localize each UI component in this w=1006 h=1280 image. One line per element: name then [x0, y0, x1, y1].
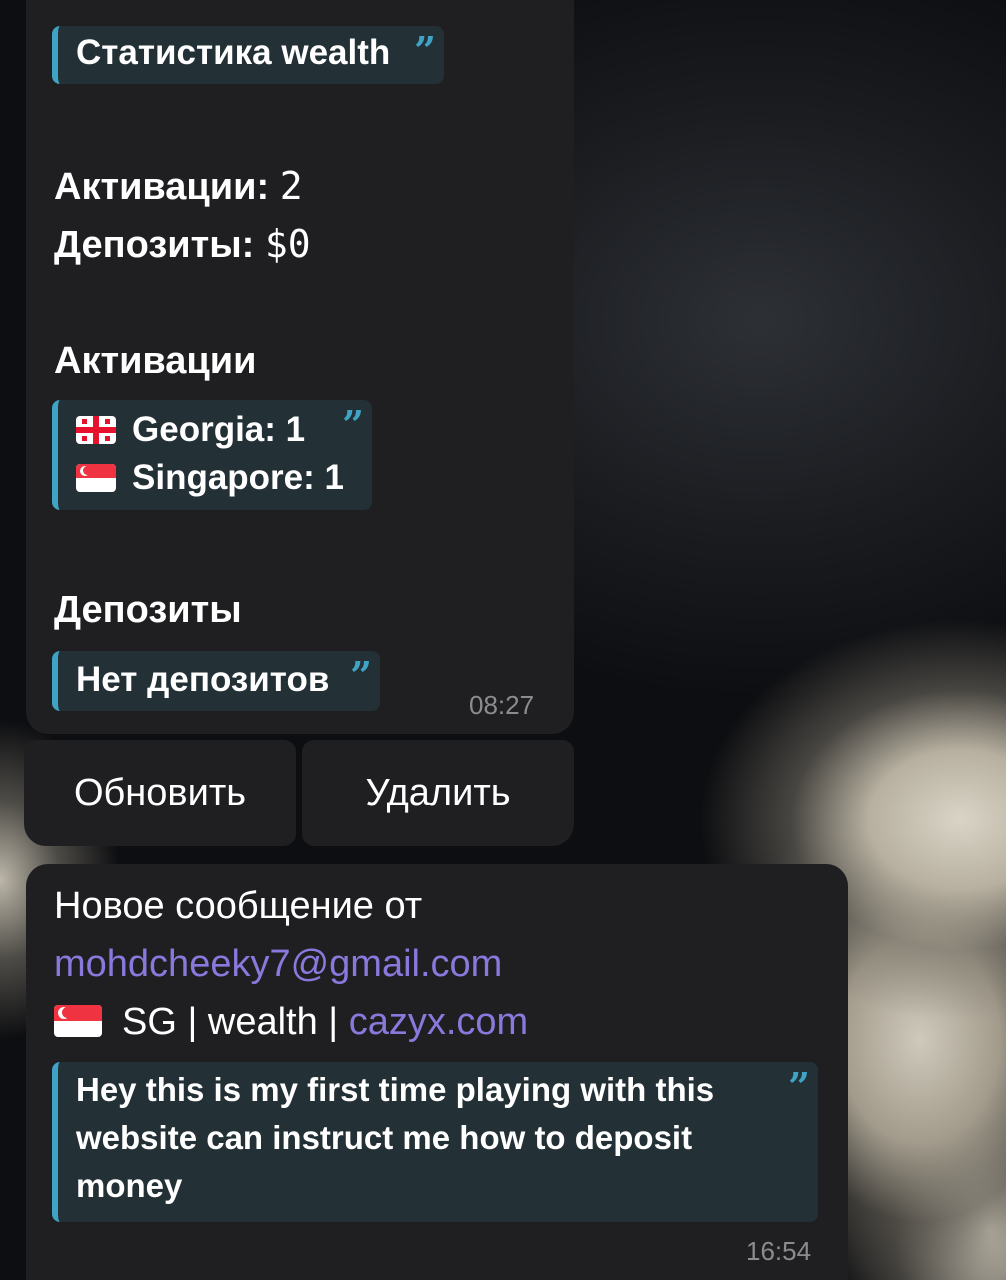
deposits-summary: Депозиты: $0	[54, 220, 311, 269]
message-line: Hey this is my first time playing with t…	[76, 1071, 715, 1108]
new-message-time: 16:54	[746, 1236, 812, 1266]
deposits-value: $0	[264, 222, 311, 266]
country-singapore-text: Singapore: 1	[132, 458, 344, 497]
sender-email-link[interactable]: mohdcheeky7@gmail.com	[54, 940, 502, 988]
quote-icon: ”	[414, 28, 436, 73]
activations-label: Активации:	[54, 166, 270, 208]
new-message-intro: Новое сообщение от	[54, 885, 423, 927]
activations-value: 2	[279, 164, 303, 208]
message-line: website can instruct me how to deposit	[76, 1119, 693, 1156]
stats-message-bubble: Статистика wealth ” Активации: 2 Депозит…	[26, 0, 574, 734]
country-georgia-text: Georgia: 1	[132, 410, 306, 449]
source-prefix: SG | wealth |	[122, 1001, 339, 1043]
stats-message-time: 08:27	[469, 690, 535, 720]
country-row-georgia: Georgia: 1	[76, 406, 372, 454]
singapore-flag-icon	[76, 464, 116, 492]
source-line: SG | wealth | cazyx.com	[54, 998, 528, 1046]
country-row-singapore: Singapore: 1	[76, 454, 372, 502]
deposits-label: Депозиты:	[54, 224, 255, 266]
quote-icon: ”	[342, 402, 364, 447]
no-deposits-text: Нет депозитов	[76, 660, 330, 699]
singapore-flag-icon	[54, 1005, 102, 1037]
quote-icon: ”	[788, 1064, 810, 1109]
activations-heading: Активации	[54, 340, 257, 382]
stats-title: Статистика wealth	[76, 33, 391, 72]
refresh-button[interactable]: Обновить	[24, 740, 296, 846]
quote-icon: ”	[350, 653, 372, 698]
no-deposits-quote: Нет депозитов ”	[52, 651, 380, 711]
message-quote: Hey this is my first time playing with t…	[52, 1062, 818, 1222]
site-link[interactable]: cazyx.com	[349, 1001, 528, 1043]
message-line: money	[76, 1167, 183, 1204]
georgia-flag-icon	[76, 416, 116, 444]
delete-button[interactable]: Удалить	[302, 740, 574, 846]
countries-quote: Georgia: 1 Singapore: 1 ”	[52, 400, 372, 510]
new-message-bubble: Новое сообщение от mohdcheeky7@gmail.com…	[26, 864, 848, 1280]
stats-title-quote: Статистика wealth ”	[52, 26, 444, 84]
deposits-heading: Депозиты	[54, 589, 242, 631]
activations-summary: Активации: 2	[54, 162, 303, 211]
